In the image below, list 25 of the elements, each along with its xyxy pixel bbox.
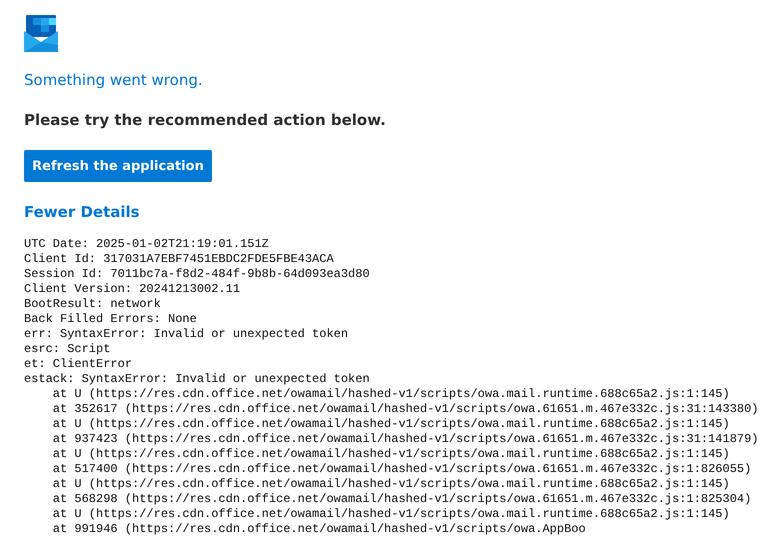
error-title: Something went wrong. (24, 70, 203, 90)
error-detail-line: at 517400 (https://res.cdn.office.net/owamail/hashed-v1/scripts/owa.61651.m.467e332c.js:1:826055) (52, 462, 752, 477)
error-detail-line: UTC Date: 2025-01-02T21:19:01.151Z (24, 237, 269, 252)
error-detail-line: at U (https://res.cdn.office.net/owamail/hashed-v1/scripts/owa.mail.runtime.688c65a2.js:1:145) (52, 417, 730, 432)
error-detail-line: esrc: Script (24, 342, 110, 357)
details-toggle-link[interactable]: Fewer Details (24, 202, 140, 222)
refresh-button[interactable]: Refresh the application (24, 150, 212, 182)
error-detail-line: Client Version: 20241213002.11 (24, 282, 240, 297)
error-detail-line: Back Filled Errors: None (24, 312, 197, 327)
error-detail-line: err: SyntaxError: Invalid or unexpected token (24, 327, 348, 342)
error-detail-line: at U (https://res.cdn.office.net/owamail/hashed-v1/scripts/owa.mail.runtime.688c65a2.js:1:145) (52, 507, 730, 522)
error-detail-line: at U (https://res.cdn.office.net/owamail/hashed-v1/scripts/owa.mail.runtime.688c65a2.js:1:145) (52, 477, 730, 492)
error-detail-line: estack: SyntaxError: Invalid or unexpected token (24, 372, 370, 387)
error-detail-line: at 568298 (https://res.cdn.office.net/owamail/hashed-v1/scripts/owa.61651.m.467e332c.js:1:825304) (52, 492, 752, 507)
mail-app-logo-icon (24, 15, 58, 52)
error-detail-line: at U (https://res.cdn.office.net/owamail/hashed-v1/scripts/owa.mail.runtime.688c65a2.js:1:145) (52, 447, 730, 462)
error-detail-line: at 352617 (https://res.cdn.office.net/owamail/hashed-v1/scripts/owa.61651.m.467e332c.js:31:143380) (52, 402, 759, 417)
instruction-text: Please try the recommended action below. (24, 110, 386, 130)
error-detail-line: at 937423 (https://res.cdn.office.net/owamail/hashed-v1/scripts/owa.61651.m.467e332c.js:31:141879) (52, 432, 759, 447)
error-detail-line: at 991946 (https://res.cdn.office.net/owamail/hashed-v1/scripts/owa.AppBoo (52, 522, 586, 537)
error-detail-line: Client Id: 317031A7EBF7451EBDC2FDE5FBE43ACA (24, 252, 334, 267)
error-detail-line: Session Id: 7011bc7a-f8d2-484f-9b8b-64d093ea3d80 (24, 267, 370, 282)
error-detail-line: et: ClientError (24, 357, 132, 372)
error-detail-line: BootResult: network (24, 297, 161, 312)
error-detail-line: at U (https://res.cdn.office.net/owamail/hashed-v1/scripts/owa.mail.runtime.688c65a2.js:1:145) (52, 387, 730, 402)
